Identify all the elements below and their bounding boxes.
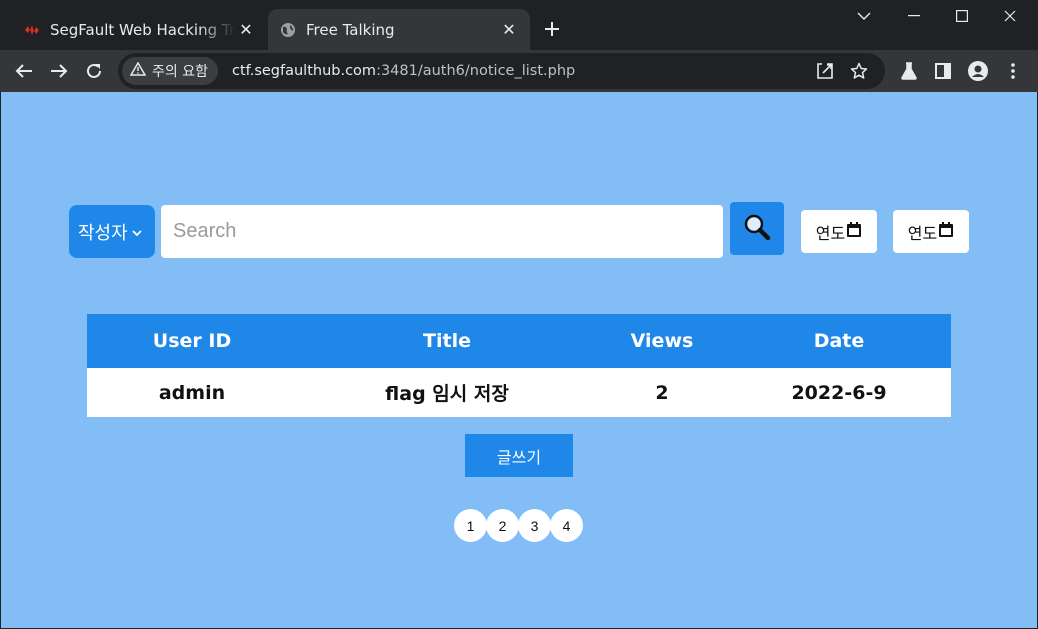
category-value: 작성자 [78, 222, 128, 244]
page-link[interactable]: 1 [454, 509, 487, 542]
tab-segfault[interactable]: SegFault Web Hacking Training ✕ [12, 9, 267, 50]
search-button[interactable] [730, 202, 784, 255]
tab-strip: SegFault Web Hacking Training ✕ Free Tal… [0, 0, 1038, 50]
address-bar[interactable]: 주의 요함 ctf.segfaulthub.com:3481/auth6/not… [118, 53, 885, 89]
page-link[interactable]: 4 [550, 509, 583, 542]
end-date-picker[interactable]: 연도 [893, 210, 969, 253]
maximize-icon[interactable] [938, 0, 986, 32]
write-post-button[interactable]: 글쓰기 [465, 434, 573, 477]
forward-arrow-icon[interactable] [43, 55, 75, 87]
table-row[interactable]: admin flag 임시 저장 2 2022-6-9 [87, 368, 951, 417]
chevron-down-icon [132, 226, 142, 240]
column-header-views: Views [597, 314, 727, 368]
tab-title: Free Talking [306, 20, 395, 39]
column-header-user-id: User ID [87, 314, 297, 368]
side-panel-icon[interactable] [927, 55, 959, 87]
warning-icon [129, 61, 147, 80]
window-close-icon[interactable] [986, 0, 1034, 32]
browser-toolbar: 주의 요함 ctf.segfaulthub.com:3481/auth6/not… [0, 50, 1038, 92]
labs-flask-icon[interactable] [893, 55, 925, 87]
table-header-row: User ID Title Views Date [87, 314, 951, 368]
profile-avatar-icon[interactable] [962, 55, 994, 87]
page-link[interactable]: 2 [486, 509, 519, 542]
search-category-select[interactable]: 작성자 [69, 205, 155, 258]
security-chip[interactable]: 주의 요함 [122, 57, 218, 85]
share-icon[interactable] [809, 55, 841, 87]
close-icon[interactable]: ✕ [235, 19, 257, 41]
cell-user-id: admin [87, 368, 297, 417]
globe-icon [280, 22, 296, 38]
segfault-logo-icon [24, 22, 40, 38]
cell-views: 2 [597, 368, 727, 417]
calendar-icon [846, 221, 862, 242]
date-label: 연도 [907, 223, 938, 243]
tab-search-icon[interactable] [840, 0, 888, 32]
url-text[interactable]: ctf.segfaulthub.com:3481/auth6/notice_li… [232, 53, 575, 89]
column-header-date: Date [727, 314, 951, 368]
search-input[interactable] [161, 205, 723, 258]
cell-title-link[interactable]: flag 임시 저장 [297, 368, 597, 417]
url-path: :3481/auth6/notice_list.php [376, 63, 576, 79]
security-chip-label: 주의 요함 [152, 64, 208, 80]
search-icon [743, 213, 771, 245]
close-icon[interactable]: ✕ [498, 19, 520, 41]
page-link[interactable]: 3 [518, 509, 551, 542]
reload-icon[interactable] [78, 55, 110, 87]
cell-date: 2022-6-9 [727, 368, 951, 417]
pagination: 1 2 3 4 [454, 509, 583, 542]
start-date-picker[interactable]: 연도 [801, 210, 877, 253]
minimize-icon[interactable] [890, 0, 938, 32]
column-header-title: Title [297, 314, 597, 368]
date-label: 연도 [815, 223, 846, 243]
back-arrow-icon[interactable] [8, 55, 40, 87]
bookmark-star-icon[interactable] [843, 55, 875, 87]
tab-free-talking[interactable]: Free Talking ✕ [268, 9, 530, 50]
menu-kebab-icon[interactable] [997, 55, 1029, 87]
tab-title: SegFault Web Hacking Training [50, 20, 235, 39]
new-tab-button[interactable] [538, 15, 566, 43]
url-host: ctf.segfaulthub.com [232, 63, 377, 79]
page-content: 작성자 연도 연도 User ID Title Views [1, 92, 1037, 628]
calendar-icon [938, 221, 954, 242]
notice-table: User ID Title Views Date admin flag 임시 저… [87, 314, 951, 417]
